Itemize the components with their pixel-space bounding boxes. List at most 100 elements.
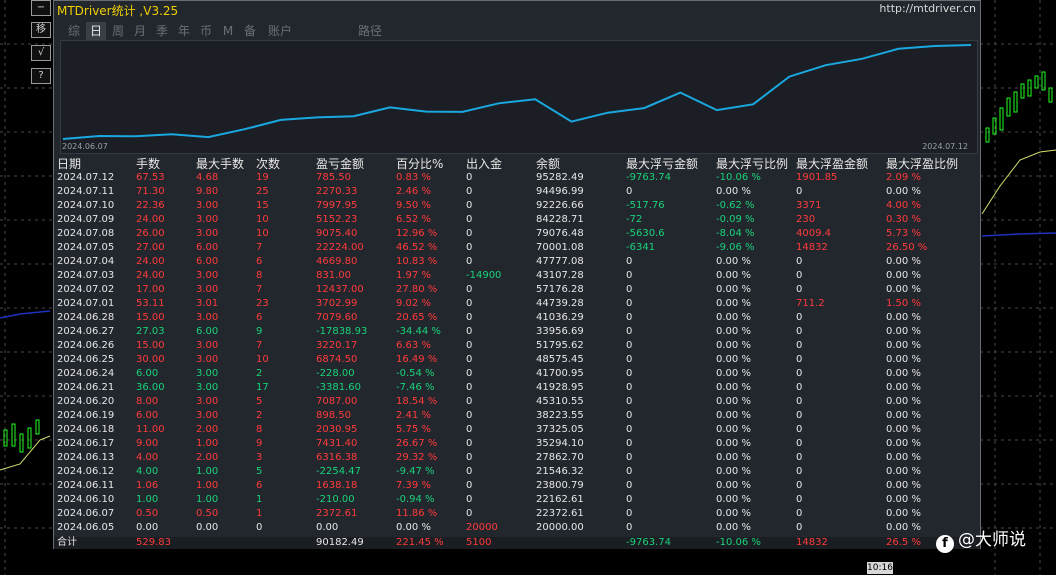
cell-max-float-loss-pct: -0.62 %	[716, 200, 755, 211]
cell-lots: 1.00	[136, 494, 159, 505]
cell-lots: 11.00	[136, 424, 165, 435]
header-col-max-float-loss-pct[interactable]: 最大浮亏比例	[716, 155, 788, 172]
cell-lots: 27.00	[136, 242, 165, 253]
cell-balance: 22372.61	[536, 508, 584, 519]
table-row[interactable]: 2024.07.11 71.30 9.80 25 2270.33 2.46 % 0 94496…	[54, 185, 980, 199]
cell-max-float-profit: 0	[796, 410, 803, 421]
cell-max-float-loss: -517.76	[626, 200, 665, 211]
cell-max-float-profit: 0	[796, 326, 803, 337]
table-row[interactable]: 2024.07.05 27.00 6.00 7 22224.00 46.52 % 0 7000…	[54, 241, 980, 255]
cell-max-float-loss: 0	[626, 452, 633, 463]
cell-max-float-profit: 0	[796, 284, 803, 295]
table-row[interactable]: 2024.06.17 9.00 1.00 9 7431.40 26.67 % 0 35294.…	[54, 437, 980, 451]
table-row[interactable]: 2024.06.19 6.00 3.00 2 898.50 2.41 % 0 38223.55…	[54, 409, 980, 423]
cell-max-float-loss: 0	[626, 466, 633, 477]
watermark: f @大师说	[936, 525, 1026, 553]
table-row[interactable]: 2024.06.28 15.00 3.00 6 7079.60 20.65 % 0 41036…	[54, 311, 980, 325]
cell-date: 2024.06.18	[57, 424, 115, 435]
table-row[interactable]: 2024.06.05 0.00 0.00 0 0.00 0.00 % 20000 20000.…	[54, 521, 980, 535]
header-col-max-float-profit[interactable]: 最大浮盈金额	[796, 155, 868, 172]
cell-balance: 20000.00	[536, 522, 584, 533]
header-col-lots[interactable]: 手数	[136, 155, 160, 172]
cell-deposit: 0	[466, 186, 473, 197]
cell-max-float-loss: 0	[626, 284, 633, 295]
table-row[interactable]: 2024.06.27 27.03 6.00 9 -17838.93 -34.44 % 0 33…	[54, 325, 980, 339]
table-row[interactable]: 2024.07.12 67.53 4.68 19 785.50 0.83 % 0 95282.…	[54, 171, 980, 185]
cell-max-float-profit: 4009.4	[796, 228, 831, 239]
header-col-deposit[interactable]: 出入金	[466, 155, 502, 172]
cell-max-lots: 3.00	[196, 382, 219, 393]
table-row[interactable]: 2024.07.10 22.36 3.00 15 7997.95 9.50 % 0 92226…	[54, 199, 980, 213]
table-row[interactable]: 2024.06.25 30.00 3.00 10 6874.50 16.49 % 0 4857…	[54, 353, 980, 367]
table-row[interactable]: 2024.06.10 1.00 1.00 1 -210.00 -0.94 % 0 22162.…	[54, 493, 980, 507]
cell-pct: -34.44 %	[396, 326, 441, 337]
cell-max-float-loss-pct: 0.00 %	[716, 438, 751, 449]
header-col-date[interactable]: 日期	[57, 155, 81, 172]
cell-pct: 0.00 %	[396, 522, 431, 533]
cell-deposit: 0	[466, 354, 473, 365]
table-row[interactable]: 2024.07.03 24.00 3.00 8 831.00 1.97 % -14900 43…	[54, 269, 980, 283]
table-row[interactable]: 2024.07.09 24.00 3.00 10 5152.23 6.52 % 0 84228…	[54, 213, 980, 227]
cell-max-float-loss-pct: 0.00 %	[716, 270, 751, 281]
table-row[interactable]: 2024.07.08 26.00 3.00 10 9075.40 12.96 % 0 7907…	[54, 227, 980, 241]
cell-date: 2024.06.20	[57, 396, 115, 407]
minimize-button[interactable]: −	[31, 0, 51, 16]
tab-monthly[interactable]: 月	[130, 22, 150, 40]
tab-yearly[interactable]: 年	[174, 22, 194, 40]
header-col-max-lots[interactable]: 最大手数	[196, 155, 244, 172]
tab-currency[interactable]: 币	[196, 22, 216, 40]
cell-lots: 24.00	[136, 256, 165, 267]
app-title: MTDriver统计 ,V3.25	[57, 4, 179, 18]
table-row[interactable]: 2024.06.24 6.00 3.00 2 -228.00 -0.54 % 0 41700.…	[54, 367, 980, 381]
cell-max-float-profit-pct: 0.00 %	[886, 354, 921, 365]
tab-path[interactable]: 路径	[352, 22, 388, 40]
cell-balance: 27862.70	[536, 452, 584, 463]
cell-balance: 44739.28	[536, 298, 584, 309]
tab-weekly[interactable]: 周	[108, 22, 128, 40]
cell-balance: 41928.95	[536, 382, 584, 393]
header-col-balance[interactable]: 余额	[536, 155, 560, 172]
cell-deposit: 0	[466, 228, 473, 239]
cell-date: 2024.06.27	[57, 326, 115, 337]
total-max-float-profit: 14832	[796, 537, 828, 548]
header-col-pnl[interactable]: 盈亏金额	[316, 155, 364, 172]
table-row[interactable]: 2024.06.26 15.00 3.00 7 3220.17 6.63 % 0 51795.…	[54, 339, 980, 353]
tab-summary[interactable]: 综	[64, 22, 84, 40]
cell-max-lots: 0.50	[196, 508, 219, 519]
check-button[interactable]: √	[31, 45, 51, 61]
table-row[interactable]: 2024.06.20 8.00 3.00 5 7087.00 18.54 % 0 45310.…	[54, 395, 980, 409]
move-button[interactable]: 移	[31, 22, 51, 38]
header-col-pct[interactable]: 百分比%	[396, 155, 443, 172]
help-button[interactable]: ?	[31, 68, 51, 84]
header-col-max-float-loss[interactable]: 最大浮亏金额	[626, 155, 698, 172]
header-col-count[interactable]: 次数	[256, 155, 280, 172]
cell-deposit: 0	[466, 200, 473, 211]
table-row[interactable]: 2024.07.04 24.00 6.00 6 4669.80 10.83 % 0 47777…	[54, 255, 980, 269]
table-row[interactable]: 2024.07.02 17.00 3.00 7 12437.00 27.80 % 0 5717…	[54, 283, 980, 297]
table-row[interactable]: 2024.06.18 11.00 2.00 8 2030.95 5.75 % 0 37325.…	[54, 423, 980, 437]
tab-quarterly[interactable]: 季	[152, 22, 172, 40]
cell-lots: 22.36	[136, 200, 165, 211]
tab-daily[interactable]: 日	[86, 22, 106, 40]
total-max-float-loss-pct: -10.06 %	[716, 537, 761, 548]
cell-lots: 6.00	[136, 410, 159, 421]
tab-account[interactable]: 账户	[262, 22, 298, 40]
header-col-max-float-profit-pct[interactable]: 最大浮盈比例	[886, 155, 958, 172]
tab-m[interactable]: M	[218, 22, 238, 40]
table-row[interactable]: 2024.07.01 53.11 3.01 23 3702.99 9.02 % 0 44739…	[54, 297, 980, 311]
cell-deposit: 0	[466, 396, 473, 407]
cell-max-float-loss: 0	[626, 480, 633, 491]
table-row[interactable]: 2024.06.21 36.00 3.00 17 -3381.60 -7.46 % 0 419…	[54, 381, 980, 395]
cell-balance: 22162.61	[536, 494, 584, 505]
cell-deposit: 0	[466, 298, 473, 309]
total-lots: 529.83	[136, 537, 171, 548]
cell-max-float-loss: -5630.6	[626, 228, 665, 239]
table-row[interactable]: 2024.06.13 4.00 2.00 3 6316.38 29.32 % 0 27862.…	[54, 451, 980, 465]
cell-count: 15	[256, 200, 269, 211]
tab-backup[interactable]: 备	[240, 22, 260, 40]
table-row[interactable]: 2024.06.11 1.06 1.00 6 1638.18 7.39 % 0 23800.7…	[54, 479, 980, 493]
equity-end-date: 2024.07.12	[922, 142, 968, 151]
website-link[interactable]: http://mtdriver.cn	[879, 2, 976, 15]
table-row[interactable]: 2024.06.12 4.00 1.00 5 -2254.47 -9.47 % 0 21546…	[54, 465, 980, 479]
table-row[interactable]: 2024.06.07 0.50 0.50 1 2372.61 11.86 % 0 22372.…	[54, 507, 980, 521]
